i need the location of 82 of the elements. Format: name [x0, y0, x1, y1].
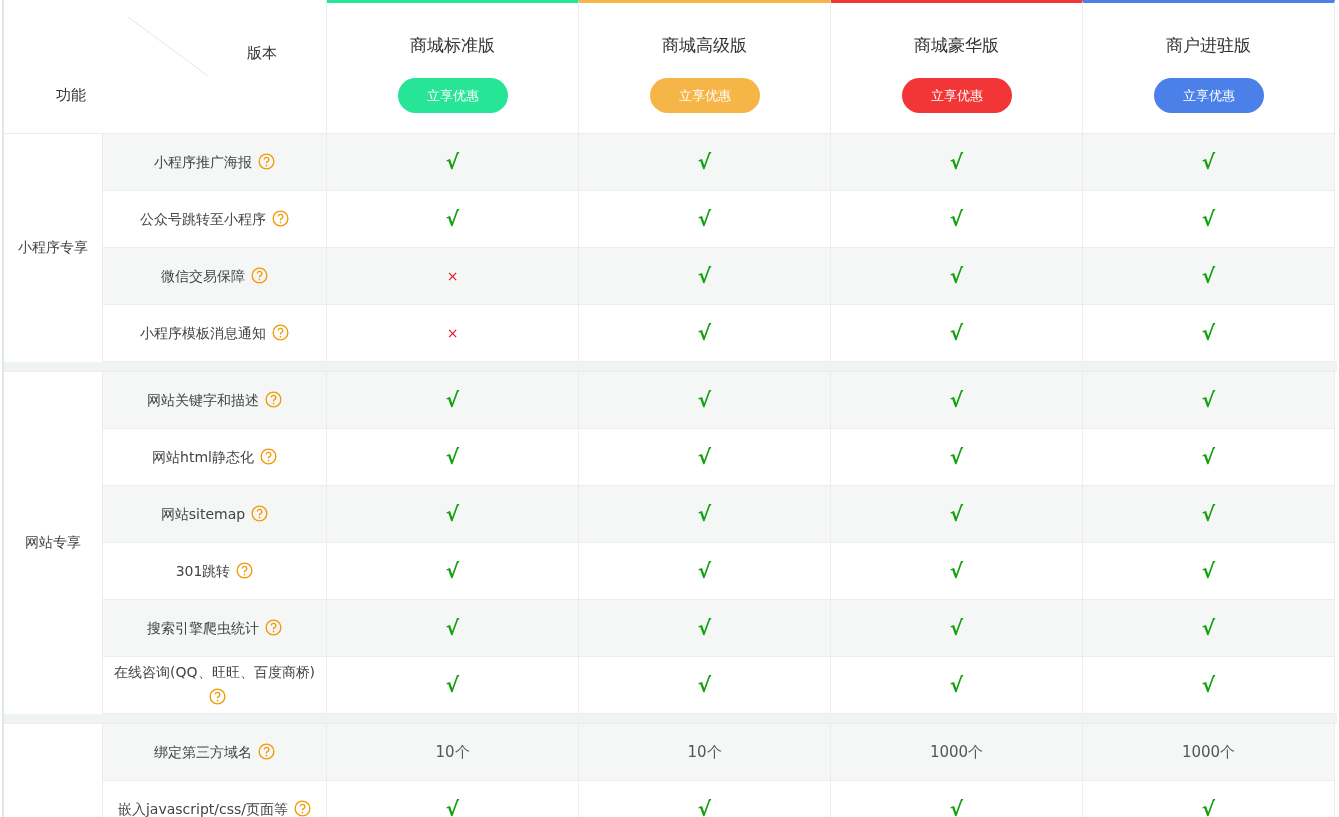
- check-mark: √: [445, 559, 460, 583]
- check-mark: √: [697, 150, 712, 174]
- feature-name: 绑定第三方域名: [154, 743, 252, 760]
- feature-name: 网站html静态化: [152, 448, 254, 465]
- offer-button[interactable]: 立享优惠: [901, 78, 1012, 113]
- group-label: 小程序专享: [18, 239, 88, 257]
- header-label: 版本: [247, 44, 277, 63]
- plan-name: 商城豪华版: [914, 34, 999, 57]
- check-mark: √: [697, 445, 712, 469]
- feature-name: 网站sitemap: [160, 505, 246, 522]
- check-mark: √: [949, 559, 964, 583]
- check-mark: √: [1201, 321, 1216, 345]
- feature-name: 小程序模板消息通知: [140, 324, 266, 341]
- feature-name: 在线咨询(QQ、旺旺、百度商桥): [114, 664, 315, 680]
- check-mark: √: [1201, 264, 1216, 288]
- check-mark: √: [949, 264, 964, 288]
- feature-name: 301跳转: [175, 562, 231, 579]
- cross-mark: ×: [446, 268, 459, 284]
- quota-value: 10个: [687, 742, 722, 762]
- check-mark: √: [697, 673, 712, 697]
- check-mark: √: [697, 502, 712, 526]
- check-mark: √: [949, 321, 964, 345]
- help-icon[interactable]: [272, 209, 289, 227]
- help-icon[interactable]: [272, 323, 289, 341]
- check-mark: √: [697, 321, 712, 345]
- check-mark: √: [1201, 388, 1216, 412]
- quota-value: 1000个: [1181, 742, 1236, 762]
- quota-value: 1000个: [929, 742, 984, 762]
- check-mark: √: [697, 264, 712, 288]
- cross-mark: ×: [446, 325, 459, 341]
- help-icon[interactable]: [251, 504, 269, 522]
- feature-name: 嵌入javascript/css/页面等: [117, 800, 289, 817]
- plan-name: 商城标准版: [410, 34, 495, 57]
- feature-name: 公众号跳转至小程序: [140, 210, 266, 227]
- check-mark: √: [445, 445, 460, 469]
- check-mark: √: [1201, 797, 1216, 817]
- check-mark: √: [949, 150, 964, 174]
- check-mark: √: [697, 797, 712, 817]
- feature-name: 小程序推广海报: [154, 153, 252, 170]
- check-mark: √: [697, 388, 712, 412]
- check-mark: √: [445, 207, 460, 231]
- help-icon[interactable]: [258, 152, 275, 170]
- check-mark: √: [1201, 502, 1216, 526]
- check-mark: √: [949, 388, 964, 412]
- check-mark: √: [1201, 616, 1216, 640]
- feature-name: 网站关键字和描述: [147, 391, 259, 408]
- help-icon[interactable]: [258, 742, 275, 760]
- check-mark: √: [1201, 207, 1216, 231]
- check-mark: √: [697, 207, 712, 231]
- help-icon[interactable]: [265, 618, 282, 636]
- check-mark: √: [949, 207, 964, 231]
- check-mark: √: [1201, 673, 1216, 697]
- check-mark: √: [697, 616, 712, 640]
- check-mark: √: [445, 797, 460, 817]
- header-label: 功能: [56, 86, 86, 105]
- check-mark: √: [949, 673, 964, 697]
- help-icon[interactable]: [265, 390, 282, 408]
- offer-button[interactable]: 立享优惠: [1153, 78, 1264, 113]
- feature-name: 微信交易保障: [161, 267, 245, 284]
- feature-name: 搜索引擎爬虫统计: [147, 619, 259, 636]
- help-icon[interactable]: [209, 688, 226, 705]
- check-mark: √: [445, 388, 460, 412]
- check-mark: √: [1201, 150, 1216, 174]
- help-icon[interactable]: [259, 447, 277, 465]
- check-mark: √: [1201, 445, 1216, 469]
- check-mark: √: [445, 150, 460, 174]
- check-mark: √: [949, 797, 964, 817]
- check-mark: √: [949, 502, 964, 526]
- check-mark: √: [445, 673, 460, 697]
- check-mark: √: [445, 502, 460, 526]
- help-icon[interactable]: [251, 266, 268, 284]
- plan-name: 商城高级版: [662, 34, 747, 57]
- check-mark: √: [697, 559, 712, 583]
- check-mark: √: [445, 616, 460, 640]
- plan-name: 商户进驻版: [1166, 34, 1251, 57]
- group-label: 网站专享: [25, 534, 81, 552]
- help-icon[interactable]: [294, 799, 312, 817]
- check-mark: √: [1201, 559, 1216, 583]
- help-icon[interactable]: [236, 561, 254, 579]
- check-mark: √: [949, 445, 964, 469]
- quota-value: 10个: [435, 742, 470, 762]
- check-mark: √: [949, 616, 964, 640]
